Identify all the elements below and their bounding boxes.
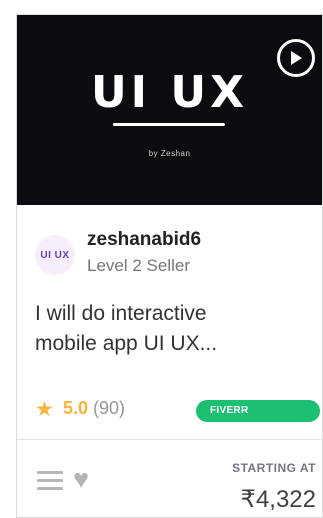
starting-at-label: STARTING AT bbox=[232, 461, 316, 475]
rating-value: 5.0 bbox=[63, 398, 89, 418]
gig-title-link[interactable]: I will do interactive mobile app UI UX..… bbox=[35, 299, 305, 359]
thumbnail-title: UI UX bbox=[90, 67, 249, 118]
card-divider bbox=[17, 439, 322, 440]
seller-level: Level 2 Seller bbox=[87, 256, 191, 275]
rating-count: (90) bbox=[93, 398, 126, 418]
add-to-list-icon[interactable] bbox=[37, 471, 63, 493]
seller-avatar[interactable]: UI UX bbox=[35, 235, 75, 275]
thumbnail-underline bbox=[113, 123, 225, 126]
heart-icon[interactable]: ♥ bbox=[73, 463, 89, 495]
play-video-button[interactable] bbox=[277, 39, 315, 77]
seller-info: UI UX zeshanabid6 Level 2 Seller bbox=[35, 229, 305, 281]
fiverr-certified-badge: FIVERR CERTIFIED bbox=[196, 400, 320, 438]
play-icon bbox=[291, 51, 302, 65]
thumbnail-subtitle: by Zeshan bbox=[148, 149, 191, 158]
seller-name[interactable]: zeshanabid6 bbox=[87, 229, 201, 251]
gig-title-line-1: I will do interactive bbox=[35, 302, 207, 325]
price[interactable]: ₹4,322 bbox=[241, 485, 316, 514]
gig-thumbnail[interactable]: UI UX by Zeshan bbox=[17, 15, 322, 205]
gig-title-line-2: mobile app UI UX... bbox=[35, 332, 218, 355]
star-icon: ★ bbox=[35, 398, 54, 421]
rating-row: ★ 5.0 (90) FIVERR CERTIFIED bbox=[35, 395, 320, 438]
gig-card[interactable]: UI UX by Zeshan UI UX zeshanabid6 Level … bbox=[16, 14, 323, 518]
avatar-text: UI UX bbox=[40, 249, 70, 261]
